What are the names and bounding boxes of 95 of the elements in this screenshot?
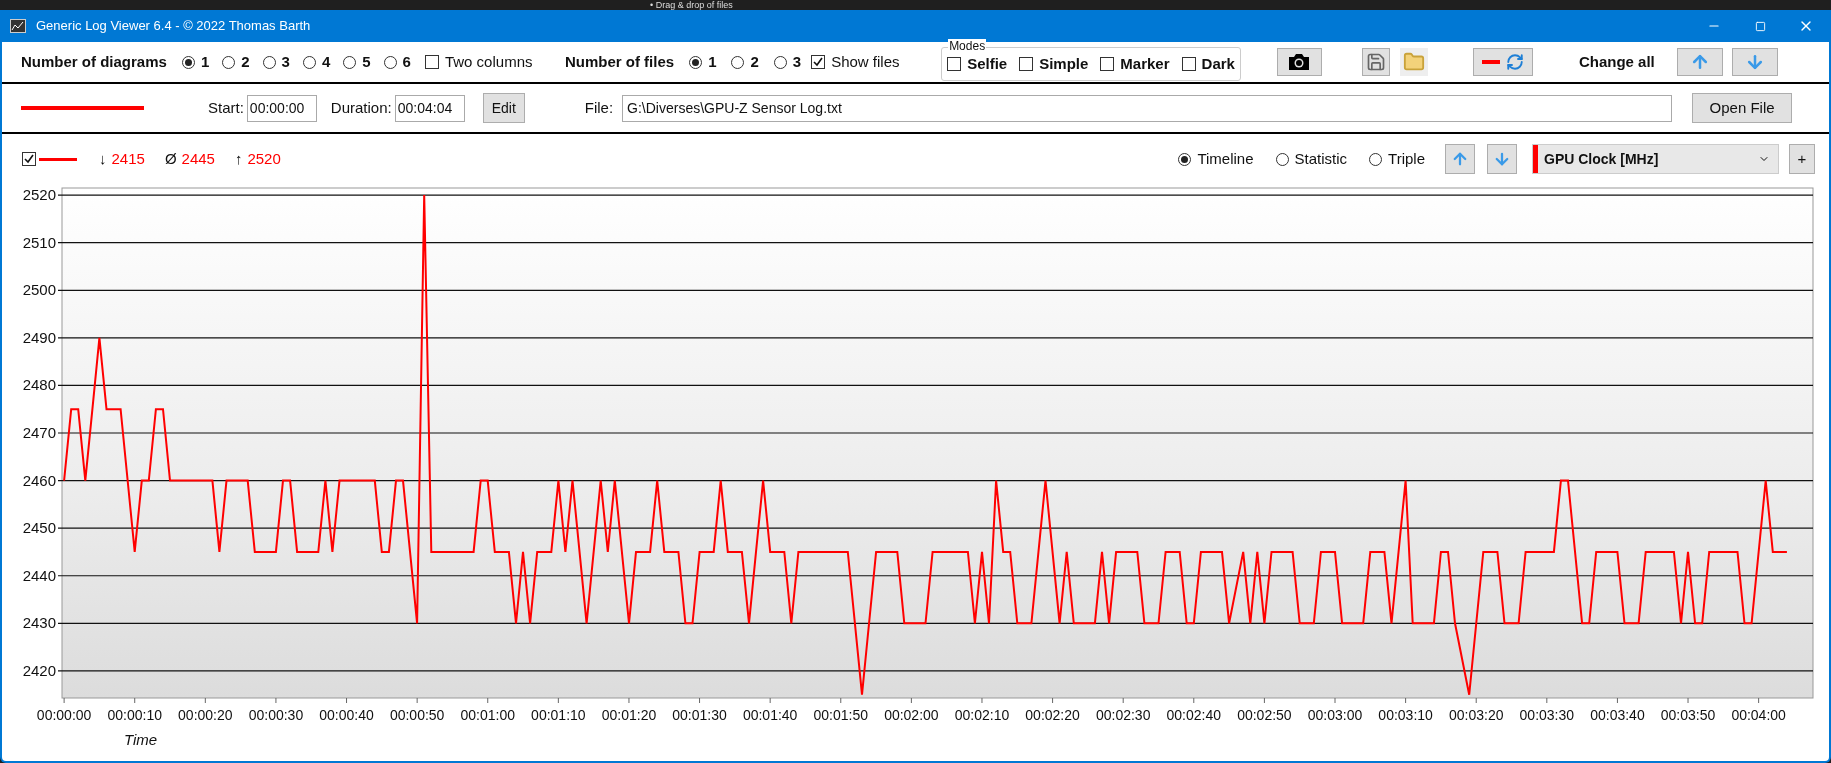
edit-button[interactable]: Edit: [482, 93, 525, 123]
diagrams-label: Number of diagrams: [21, 51, 167, 72]
radio-option[interactable]: 1: [689, 50, 717, 74]
checkbox[interactable]: Dark: [1181, 52, 1235, 76]
duration-field[interactable]: 00:04:04: [394, 94, 465, 122]
x-tick-label: 00:00:10: [107, 707, 162, 723]
x-axis-title: Time: [124, 731, 158, 748]
files-label: Number of files: [564, 51, 675, 72]
folder-icon: [1402, 51, 1425, 73]
x-tick-label: 00:00:30: [248, 707, 304, 723]
radio-option[interactable]: Triple: [1369, 147, 1425, 171]
checkmark-icon: [24, 154, 34, 164]
radio-option[interactable]: 2: [731, 50, 759, 74]
y-tick-label: 2420: [22, 661, 56, 679]
add-button[interactable]: +: [1789, 144, 1815, 174]
x-tick-label: 00:03:40: [1590, 707, 1645, 723]
maximize-icon: [1754, 20, 1766, 32]
camera-button[interactable]: [1276, 48, 1322, 76]
move-down-button[interactable]: [1731, 48, 1778, 76]
stat-symbol: Ø: [164, 148, 177, 169]
y-tick-label: 2430: [22, 614, 56, 632]
radio-option[interactable]: 2: [222, 50, 250, 74]
x-tick-label: 00:03:20: [1448, 707, 1504, 723]
radio-option[interactable]: Timeline: [1178, 147, 1254, 171]
file-path-field[interactable]: G:\Diverses\GPU-Z Sensor Log.txt: [622, 94, 1673, 122]
move-up-button[interactable]: [1445, 144, 1475, 174]
x-tick-label: 00:02:40: [1166, 707, 1222, 723]
x-tick-label: 00:02:00: [884, 707, 939, 723]
x-tick-label: 00:01:50: [813, 707, 868, 723]
checkbox[interactable]: Two columns: [424, 50, 565, 74]
x-tick-label: 00:02:10: [954, 707, 1010, 723]
stat-value: 2520: [247, 148, 281, 169]
y-tick-label: 2510: [22, 233, 56, 251]
move-up-button[interactable]: [1676, 48, 1723, 76]
y-tick-label: 2460: [22, 471, 56, 489]
x-tick-label: 00:01:00: [460, 707, 515, 723]
window-title: Generic Log Viewer 6.4 - © 2022 Thomas Barth: [36, 17, 311, 36]
open-file-button[interactable]: Open File: [1692, 93, 1793, 123]
refresh-icon: [1505, 53, 1524, 71]
radio-option[interactable]: Statistic: [1275, 147, 1348, 171]
checkbox[interactable]: Simple: [1019, 52, 1089, 76]
x-tick-label: 00:01:10: [531, 707, 586, 723]
x-tick-label: 00:00:00: [36, 707, 92, 723]
radio-option[interactable]: 6: [383, 50, 411, 74]
checkbox[interactable]: Show files: [811, 50, 942, 74]
radio-option[interactable]: 3: [773, 50, 802, 74]
line-refresh-button[interactable]: [1472, 48, 1533, 76]
radio-option[interactable]: 1: [181, 50, 210, 74]
x-tick-label: 00:02:50: [1237, 707, 1292, 723]
save-button[interactable]: [1361, 48, 1390, 76]
y-tick-label: 2450: [22, 519, 56, 537]
x-tick-label: 00:00:40: [319, 707, 374, 723]
x-tick-label: 00:01:40: [742, 707, 798, 723]
file-label: File:: [584, 97, 614, 118]
y-tick-label: 2520: [22, 186, 56, 204]
y-tick-label: 2500: [22, 281, 56, 299]
x-tick-label: 00:03:30: [1519, 707, 1575, 723]
stat-symbol: ↑: [234, 148, 243, 169]
app-icon: [10, 19, 26, 33]
open-folder-button[interactable]: [1399, 48, 1428, 76]
start-field[interactable]: 00:00:00: [246, 94, 317, 122]
radio-option[interactable]: 5: [343, 50, 371, 74]
duration-label: Duration:: [330, 97, 392, 118]
arrow-down-icon: [1493, 150, 1511, 168]
x-tick-label: 00:02:30: [1095, 707, 1151, 723]
x-tick-label: 00:03:00: [1307, 707, 1363, 723]
y-tick-label: 2480: [22, 376, 56, 394]
stat-value: 2445: [181, 148, 215, 169]
checkmark-icon: [813, 57, 824, 67]
radio-option[interactable]: 4: [302, 50, 331, 74]
visibility-checkbox[interactable]: [22, 152, 36, 166]
checkbox[interactable]: Selfie: [947, 52, 1008, 76]
y-tick-label: 2490: [22, 328, 56, 346]
background-window-text: • Drag & drop of files: [650, 0, 733, 10]
x-tick-label: 00:04:00: [1731, 707, 1786, 723]
x-tick-label: 00:02:20: [1025, 707, 1080, 723]
x-tick-label: 00:00:20: [178, 707, 233, 723]
start-label: Start:: [208, 97, 244, 118]
change-all-label: Change all: [1578, 51, 1655, 72]
modes-title: Modes: [948, 39, 987, 53]
stat-value: 2415: [111, 148, 145, 169]
x-tick-label: 00:00:50: [389, 707, 445, 723]
x-tick-label: 00:03:50: [1660, 707, 1716, 723]
camera-icon: [1287, 53, 1312, 71]
channel-name: GPU Clock [MHz]: [1544, 149, 1659, 169]
stat-symbol: ↓: [99, 148, 107, 169]
y-tick-label: 2440: [22, 566, 56, 584]
x-tick-label: 00:01:30: [672, 707, 727, 723]
x-tick-label: 00:01:20: [601, 707, 657, 723]
move-down-button[interactable]: [1487, 144, 1517, 174]
checkbox[interactable]: Marker: [1100, 52, 1170, 76]
channel-dropdown[interactable]: GPU Clock [MHz]: [1532, 144, 1779, 174]
radio-option[interactable]: 3: [262, 50, 290, 74]
x-tick-label: 00:03:10: [1378, 707, 1433, 723]
y-tick-label: 2470: [22, 424, 56, 441]
